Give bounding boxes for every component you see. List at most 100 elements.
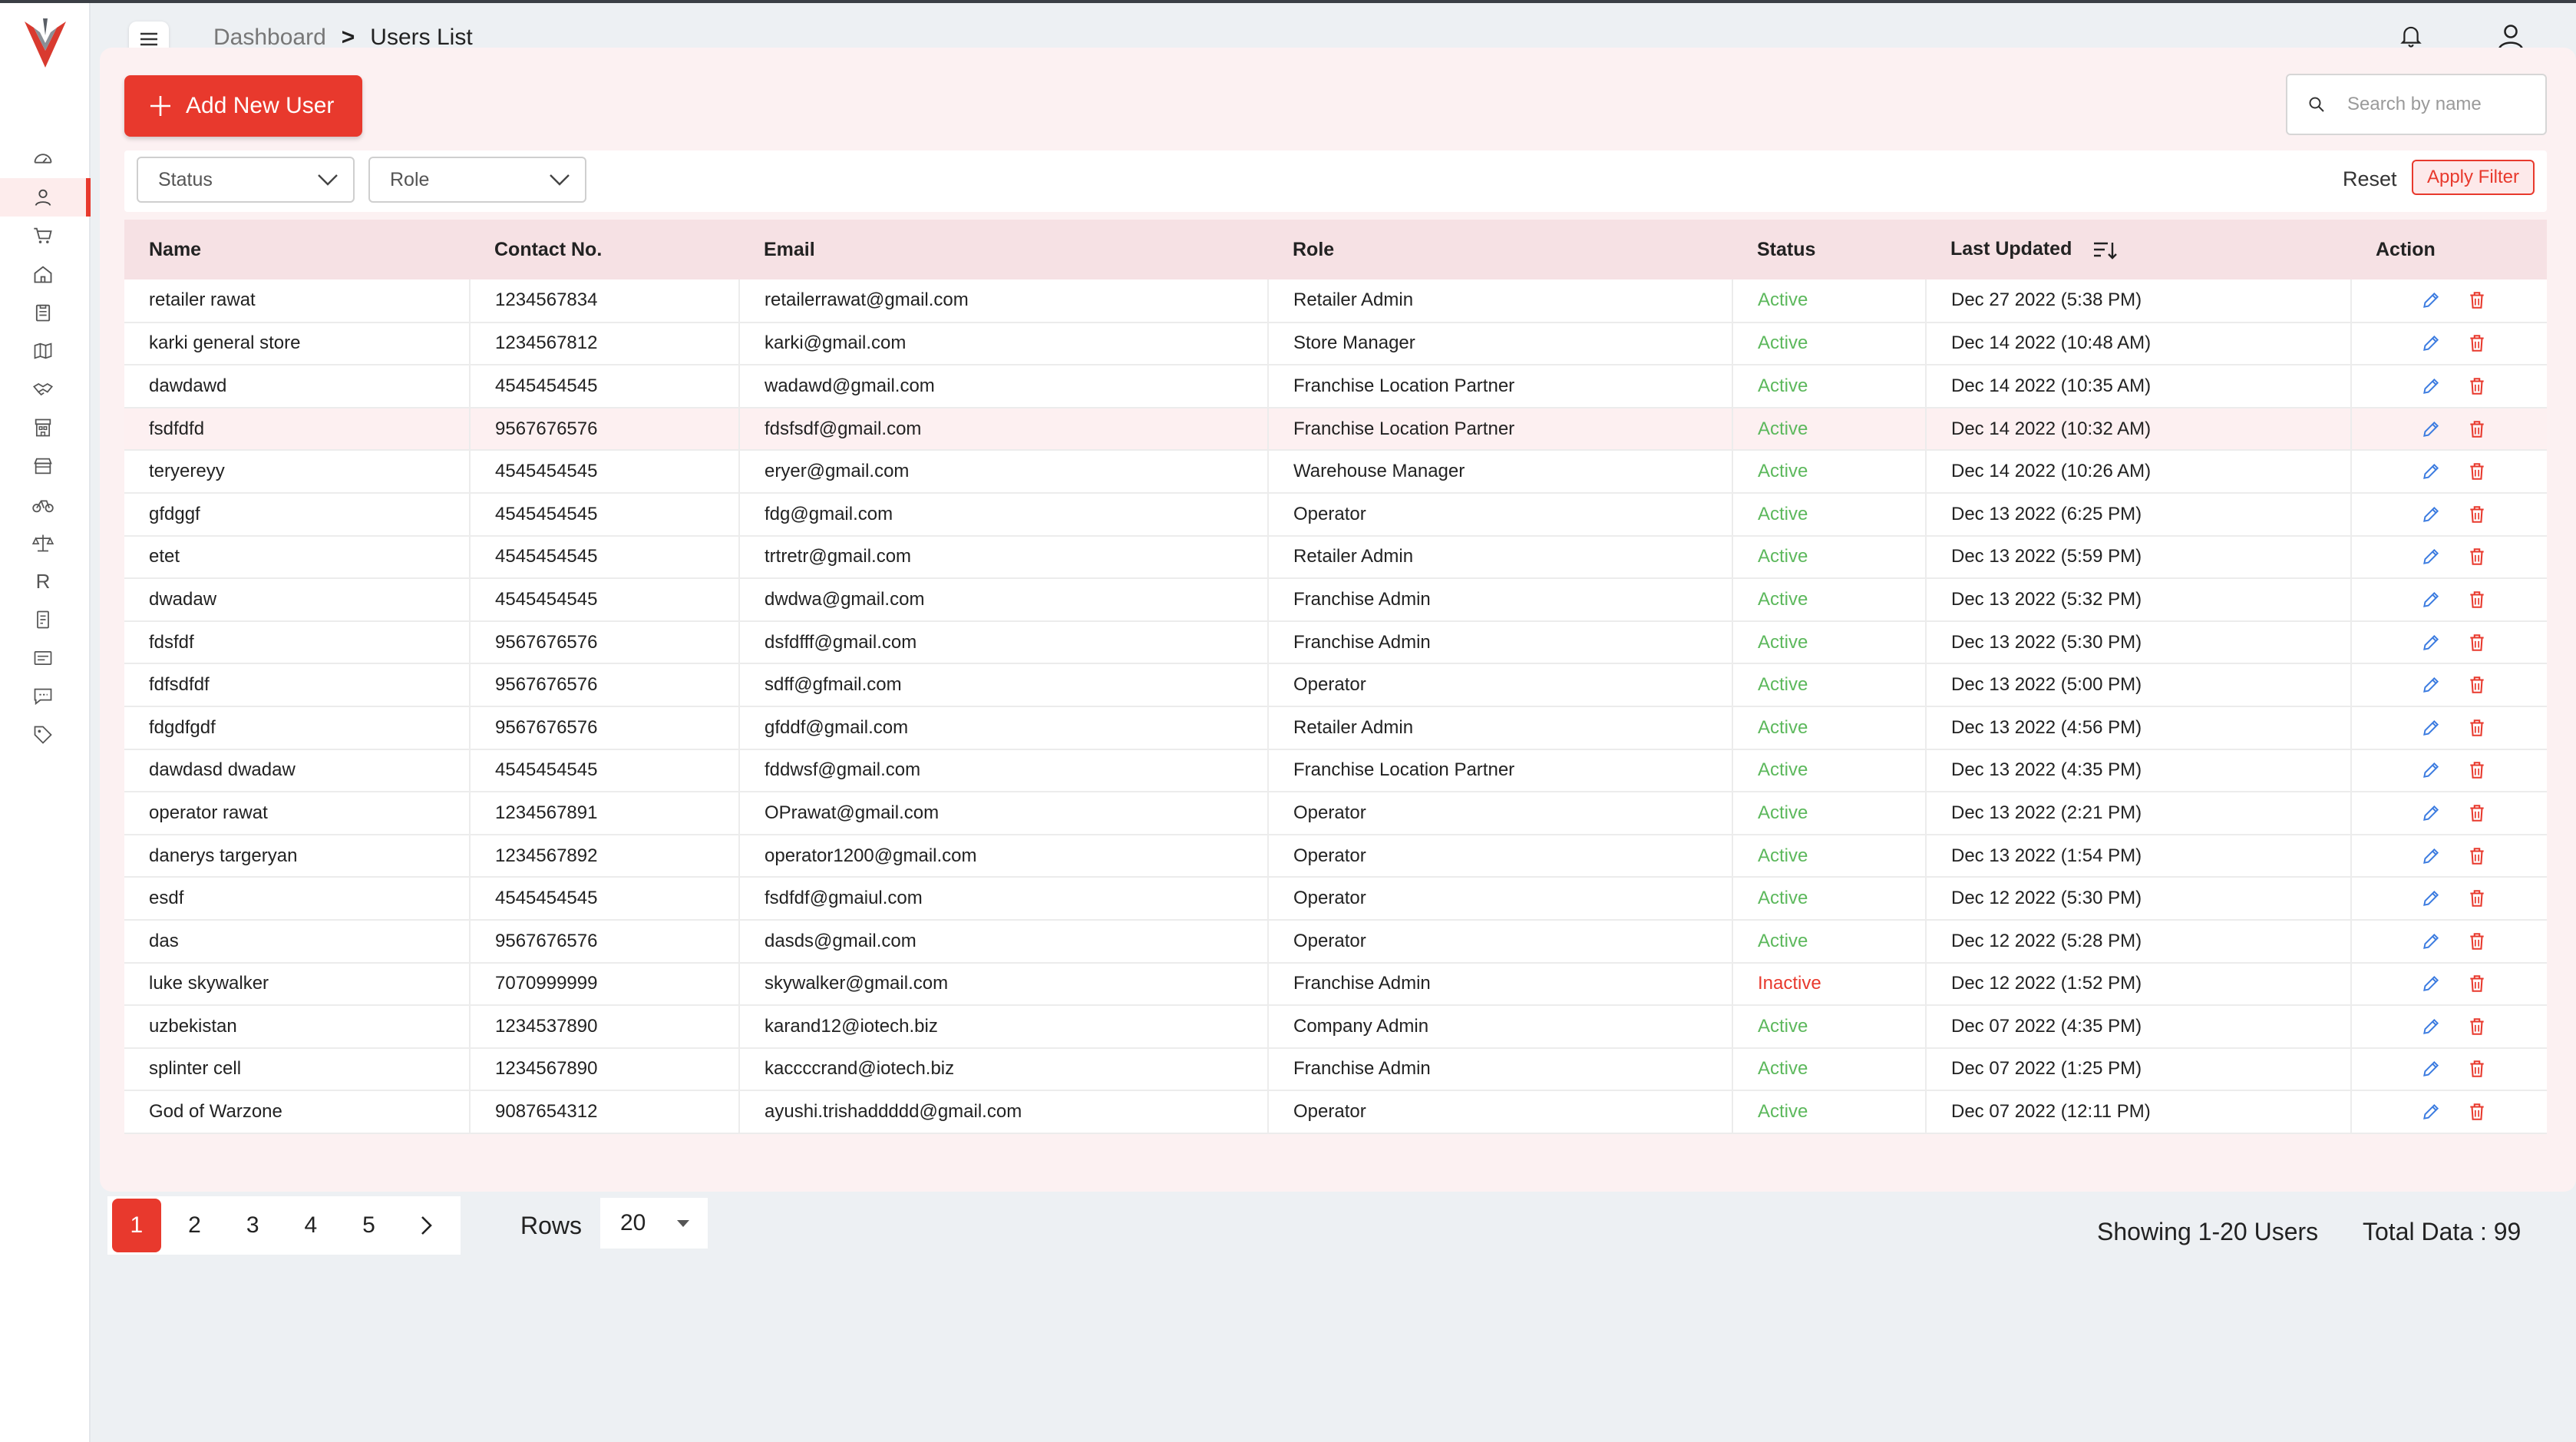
column-header-status[interactable]: Status	[1732, 220, 1926, 279]
sidebar-item-vehicles[interactable]	[0, 485, 91, 524]
sidebar-item-home[interactable]	[0, 255, 91, 293]
next-page-button[interactable]	[402, 1199, 451, 1252]
apply-filter-button[interactable]: Apply Filter	[2412, 160, 2535, 195]
table-row[interactable]: luke skywalker 7070999999 skywalker@gmail.…	[124, 962, 2547, 1006]
delete-icon[interactable]	[2467, 461, 2487, 481]
table-row[interactable]: etet 4545454545 trtretr@gmail.com Retailer …	[124, 535, 2547, 579]
search-box[interactable]	[2286, 74, 2547, 135]
cell-email: retailerrawat@gmail.com	[739, 279, 1269, 322]
edit-icon[interactable]	[2421, 290, 2441, 310]
table-row[interactable]: dawdasd dwadaw 4545454545 fddwsf@gmail.com…	[124, 749, 2547, 792]
delete-icon[interactable]	[2467, 590, 2487, 610]
delete-icon[interactable]	[2467, 376, 2487, 396]
delete-icon[interactable]	[2467, 1017, 2487, 1037]
table-row[interactable]: God of Warzone 9087654312 ayushi.trishaddd…	[124, 1090, 2547, 1133]
column-header-contact[interactable]: Contact No.	[470, 220, 739, 279]
edit-icon[interactable]	[2421, 633, 2441, 653]
table-row[interactable]: teryereyy 4545454545 eryer@gmail.com Wareho…	[124, 450, 2547, 493]
sidebar-item-support[interactable]	[0, 677, 91, 716]
sidebar-item-users[interactable]	[0, 178, 91, 217]
table-row[interactable]: retailer rawat 1234567834 retailerrawat@gm…	[124, 279, 2547, 322]
page-5-button[interactable]: 5	[345, 1199, 394, 1252]
table-row[interactable]: fsdfdfd 9567676576 fdsfsdf@gmail.com Franch…	[124, 407, 2547, 451]
delete-icon[interactable]	[2467, 419, 2487, 439]
table-row[interactable]: karki general store 1234567812 karki@gmail…	[124, 322, 2547, 365]
table-row[interactable]: uzbekistan 1234537890 karand12@iotech.biz C…	[124, 1005, 2547, 1048]
edit-icon[interactable]	[2421, 461, 2441, 481]
page-2-button[interactable]: 2	[170, 1199, 220, 1252]
sidebar-item-messages[interactable]	[0, 639, 91, 677]
breadcrumb-dashboard-link[interactable]: Dashboard	[213, 25, 326, 51]
column-header-role[interactable]: Role	[1268, 220, 1732, 279]
delete-icon[interactable]	[2467, 633, 2487, 653]
table-row[interactable]: gfdggf 4545454545 fdg@gmail.com Operator Act…	[124, 492, 2547, 536]
edit-icon[interactable]	[2421, 888, 2441, 908]
search-input[interactable]	[2347, 94, 2531, 115]
table-row[interactable]: esdf 4545454545 fsdfdf@gmaiul.com Operator A…	[124, 877, 2547, 920]
delete-icon[interactable]	[2467, 931, 2487, 951]
page-3-button[interactable]: 3	[228, 1199, 277, 1252]
delete-icon[interactable]	[2467, 1059, 2487, 1079]
page-1-button[interactable]: 1	[112, 1199, 161, 1252]
delete-icon[interactable]	[2467, 974, 2487, 994]
edit-icon[interactable]	[2421, 931, 2441, 951]
column-header-email[interactable]: Email	[739, 220, 1268, 279]
delete-icon[interactable]	[2467, 290, 2487, 310]
delete-icon[interactable]	[2467, 718, 2487, 738]
table-row[interactable]: das 9567676576 dasds@gmail.com Operator Acti…	[124, 919, 2547, 963]
sidebar-item-orders[interactable]	[0, 217, 91, 255]
add-new-user-button[interactable]: Add New User	[124, 75, 362, 137]
edit-icon[interactable]	[2421, 760, 2441, 780]
delete-icon[interactable]	[2467, 504, 2487, 524]
table-row[interactable]: splinter cell 1234567890 kaccccrand@iotech…	[124, 1047, 2547, 1091]
delete-icon[interactable]	[2467, 333, 2487, 353]
edit-icon[interactable]	[2421, 1017, 2441, 1037]
sidebar-item-r[interactable]: R	[0, 562, 91, 600]
edit-icon[interactable]	[2421, 504, 2441, 524]
page-4-button[interactable]: 4	[286, 1199, 335, 1252]
table-row[interactable]: dawdawd 4545454545 wadawd@gmail.com Franchi…	[124, 365, 2547, 408]
sidebar-item-reports[interactable]	[0, 293, 91, 332]
sidebar-item-dashboard[interactable]	[0, 140, 91, 178]
table-row[interactable]: operator rawat 1234567891 OPrawat@gmail.co…	[124, 792, 2547, 835]
edit-icon[interactable]	[2421, 547, 2441, 567]
edit-icon[interactable]	[2421, 1102, 2441, 1122]
edit-icon[interactable]	[2421, 376, 2441, 396]
edit-icon[interactable]	[2421, 974, 2441, 994]
column-header-last-updated[interactable]: Last Updated	[1926, 220, 2351, 279]
reset-filter-button[interactable]: Reset	[2343, 167, 2397, 191]
edit-icon[interactable]	[2421, 803, 2441, 823]
sidebar-item-partners[interactable]	[0, 370, 91, 408]
table-row[interactable]: fdfsdfdf 9567676576 sdff@gfmail.com Operato…	[124, 663, 2547, 706]
edit-icon[interactable]	[2421, 333, 2441, 353]
delete-icon[interactable]	[2467, 846, 2487, 866]
column-header-name[interactable]: Name	[124, 220, 470, 279]
edit-icon[interactable]	[2421, 419, 2441, 439]
brand-logo-icon[interactable]	[21, 17, 69, 72]
sidebar-item-map[interactable]	[0, 332, 91, 370]
edit-icon[interactable]	[2421, 1059, 2441, 1079]
edit-icon[interactable]	[2421, 590, 2441, 610]
table-row[interactable]: fdgdfgdf 9567676576 gfddf@gmail.com Retaile…	[124, 706, 2547, 749]
delete-icon[interactable]	[2467, 547, 2487, 567]
delete-icon[interactable]	[2467, 888, 2487, 908]
sidebar-item-legal[interactable]	[0, 524, 91, 562]
sidebar-item-stores[interactable]	[0, 408, 91, 447]
status-filter-select[interactable]: Status	[137, 157, 355, 203]
delete-icon[interactable]	[2467, 803, 2487, 823]
rows-per-page-select[interactable]: 20	[600, 1198, 708, 1249]
sidebar-item-invoices[interactable]	[0, 600, 91, 639]
sidebar-item-offers[interactable]	[0, 716, 91, 754]
table-row[interactable]: danerys targeryan 1234567892 operator1200@…	[124, 834, 2547, 878]
table-row[interactable]: dwadaw 4545454545 dwdwa@gmail.com Franchise…	[124, 578, 2547, 621]
sidebar-item-shops[interactable]	[0, 447, 91, 485]
edit-icon[interactable]	[2421, 718, 2441, 738]
sort-icon[interactable]	[2092, 240, 2118, 261]
table-row[interactable]: fdsfdf 9567676576 dsfdfff@gmail.com Franchi…	[124, 620, 2547, 664]
delete-icon[interactable]	[2467, 1102, 2487, 1122]
delete-icon[interactable]	[2467, 760, 2487, 780]
role-filter-select[interactable]: Role	[368, 157, 586, 203]
delete-icon[interactable]	[2467, 675, 2487, 695]
edit-icon[interactable]	[2421, 675, 2441, 695]
edit-icon[interactable]	[2421, 846, 2441, 866]
